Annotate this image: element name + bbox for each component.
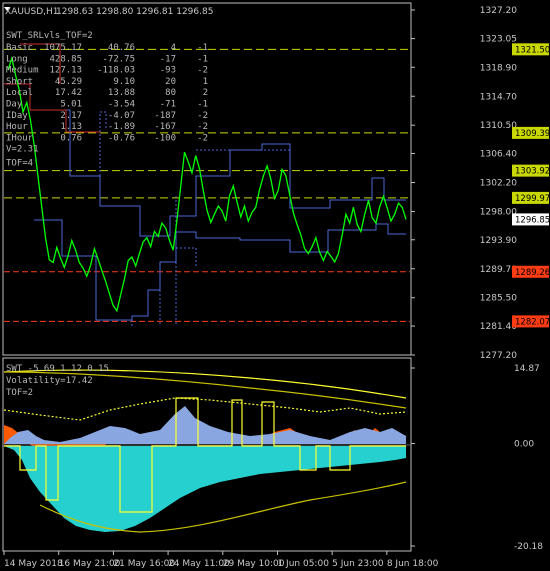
y-tick-label: 1314.70 <box>480 92 517 102</box>
y-tick-label: 1285.50 <box>480 294 517 304</box>
price-level-tag-label: 1303.92 <box>515 167 550 177</box>
info-row-cell: -1 <box>197 100 208 110</box>
y-tick-label: 1310.50 <box>480 121 517 131</box>
info-row-cell: 80 <box>165 88 176 98</box>
info-row-cell: -0.76 <box>108 133 135 143</box>
info-row-cell: 1 <box>203 77 208 87</box>
indicator-line2: Volatility=17.42 <box>6 376 93 386</box>
price-level-tag-label: 1299.97 <box>515 194 550 204</box>
info-row-cell: 17.42 <box>55 88 82 98</box>
info-row-cell: -3.54 <box>108 100 135 110</box>
info-row-cell: -2 <box>197 122 208 132</box>
info-row-cell: 9.10 <box>113 77 135 87</box>
last-price-label: 1296.85 <box>515 215 550 225</box>
price-level-tag-label: 1289.26 <box>515 268 550 278</box>
info-row-cell: -1 <box>197 54 208 64</box>
price-level-tag-label: 1282.07 <box>515 317 550 327</box>
indicator-line1: SWT -5.69 1.12 0.15 <box>6 364 109 374</box>
x-tick-label: 16 May 21:00 <box>59 559 121 569</box>
info-tof-line: TOF=4 <box>6 159 33 169</box>
info-row-cell: IHour <box>6 133 34 143</box>
info-row-cell: Local <box>6 88 33 98</box>
info-row-cell: -187 <box>154 111 176 121</box>
info-row-cell: 1075.17 <box>44 43 82 53</box>
info-row-cell: 127.13 <box>49 66 82 76</box>
y-tick-label: 1306.40 <box>480 150 517 160</box>
y-tick-label: 1277.20 <box>480 351 517 361</box>
y-axis-main: 1327.20 1323.05 1318.90 1314.70 1310.50 1306.… <box>411 6 517 361</box>
chart-canvas[interactable]: XAUUSD,H1 1298.63 1298.80 1296.81 1296.8… <box>0 0 550 571</box>
info-row-cell: Short <box>6 77 33 87</box>
info-row-cell: Medium <box>6 66 39 76</box>
info-row-cell: Basic <box>6 43 33 53</box>
info-row-cell: 4 <box>171 43 176 53</box>
info-row-cell: -17 <box>160 54 176 64</box>
x-tick-label: 14 May 2018 <box>4 559 63 569</box>
info-row-cell: -100 <box>154 133 176 143</box>
x-axis: 14 May 201816 May 21:0021 May 16:0024 Ma… <box>3 551 439 569</box>
price-level-tag-label: 1321.50 <box>515 45 550 55</box>
info-title: SWT_SRLvls_TOF=2 <box>6 31 93 41</box>
info-row-cell: 0.76 <box>60 133 82 143</box>
y-tick-label: 1327.20 <box>480 6 517 16</box>
info-row-cell: 20 <box>165 77 176 87</box>
info-row-cell: 45.29 <box>55 77 82 87</box>
info-row-cell: 2 <box>203 88 208 98</box>
symbol-label: XAUUSD,H1 <box>5 7 59 17</box>
info-row-cell: 13.88 <box>108 88 135 98</box>
y-tick-label: 1289.70 <box>480 265 517 275</box>
x-tick-label: 29 May 10:00 <box>223 559 285 569</box>
info-row-cell: -4.07 <box>108 111 135 121</box>
info-row-cell: -71 <box>160 100 176 110</box>
x-tick-label: 21 May 16:00 <box>113 559 175 569</box>
y-tick-label: 1302.20 <box>480 179 517 189</box>
info-row-cell: Day <box>6 100 23 110</box>
indicator-line3: TOF=2 <box>6 388 33 398</box>
info-row-cell: -1 <box>197 43 208 53</box>
info-row-cell: -93 <box>160 66 176 76</box>
info-row-cell: Long <box>6 54 28 64</box>
info-row-cell: -2 <box>197 66 208 76</box>
y-axis-indicator: 14.87 0.00 -20.18 <box>411 364 543 552</box>
ohlc-label: 1298.63 1298.80 1296.81 1296.85 <box>56 7 213 17</box>
x-tick-label: 1 Jun 05:00 <box>277 559 329 569</box>
info-row-cell: 40.76 <box>108 43 135 53</box>
info-row-cell: 428.85 <box>49 54 82 64</box>
level-tags: 1321.50 1309.39 1303.92 1299.97 1289.26 1282.… <box>512 43 550 328</box>
ind-tick-label: 14.87 <box>514 364 540 374</box>
info-row-cell: -1.89 <box>108 122 135 132</box>
info-row-cell: -2 <box>197 111 208 121</box>
price-level-tag-label: 1309.39 <box>515 129 550 139</box>
info-row-cell: -167 <box>154 122 176 132</box>
x-tick-label: 8 Jun 18:00 <box>387 559 439 569</box>
info-row-cell: 5.01 <box>60 100 82 110</box>
x-tick-label: 24 May 11:00 <box>168 559 230 569</box>
info-row-cell: -2 <box>197 133 208 143</box>
info-row-cell: -118.03 <box>97 66 135 76</box>
x-tick-label: 5 Jun 23:00 <box>332 559 384 569</box>
y-tick-label: 1323.05 <box>480 35 517 45</box>
y-tick-label: 1298.00 <box>480 207 517 217</box>
info-row-cell: Hour <box>6 122 28 132</box>
y-tick-label: 1293.90 <box>480 236 517 246</box>
info-v-line: V=2.31 <box>6 145 39 155</box>
y-tick-label: 1318.90 <box>480 63 517 73</box>
ind-tick-label: 0.00 <box>514 440 534 450</box>
y-tick-label: 1281.40 <box>480 322 517 332</box>
info-row-cell: IDay <box>6 111 28 121</box>
info-row-cell: 2.17 <box>60 111 82 121</box>
ind-tick-label: -20.18 <box>514 542 543 552</box>
info-row-cell: -72.75 <box>102 54 135 64</box>
info-row-cell: 1.13 <box>60 122 82 132</box>
